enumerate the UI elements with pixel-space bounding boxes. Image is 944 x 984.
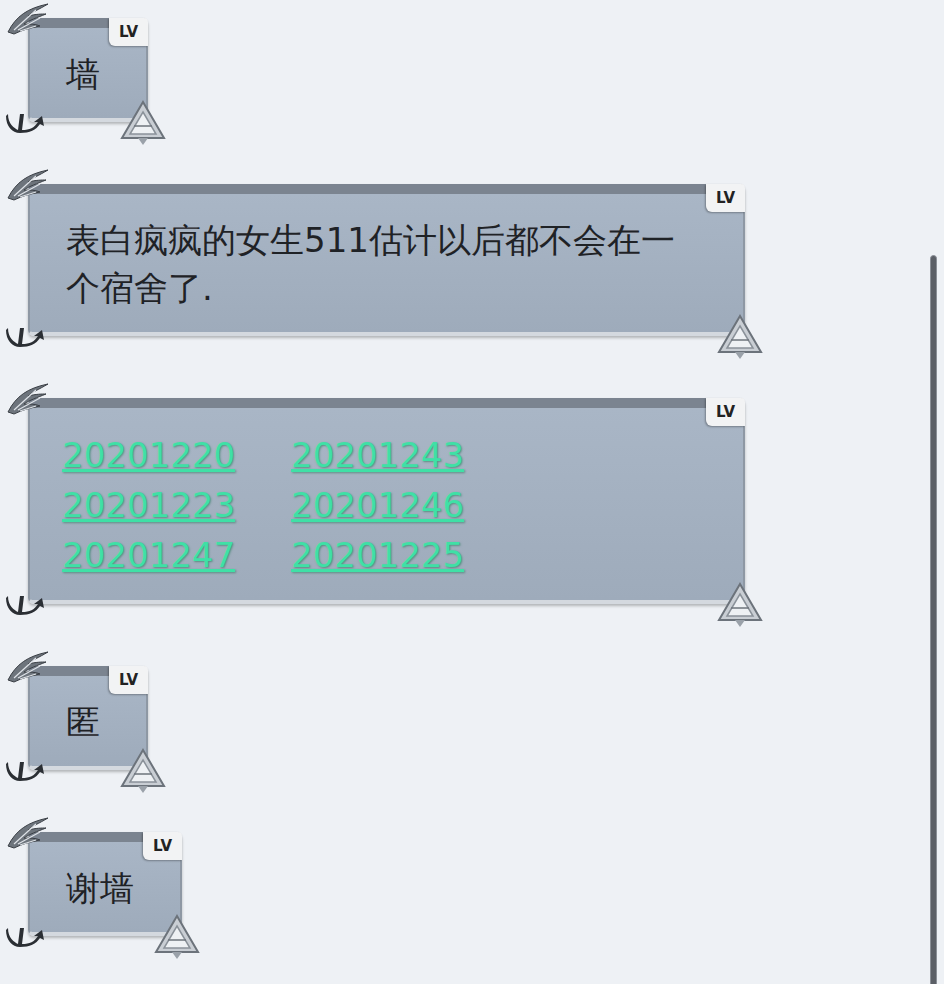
chat-message: 20201220 20201243 20201223 20201246 20201247… (28, 398, 745, 604)
triangle-icon (120, 100, 166, 146)
level-badge: LV (706, 398, 745, 426)
chat-message: 表白疯疯的女生511估计以后都不会在一个宿舍了. LV (28, 184, 745, 336)
level-badge: LV (706, 184, 745, 212)
message-bubble[interactable]: 20201220 20201243 20201223 20201246 20201247… (28, 398, 745, 604)
level-badge: LV (143, 832, 182, 860)
message-bubble[interactable]: 墙 LV (28, 18, 148, 122)
anchor-icon (4, 590, 48, 616)
triangle-icon (154, 914, 200, 960)
anchor-icon (4, 322, 48, 348)
wing-icon (6, 650, 50, 684)
link[interactable]: 20201246 (291, 480, 464, 530)
wing-icon (6, 382, 50, 416)
chat-message: 墙 LV (28, 18, 148, 122)
level-badge: LV (109, 666, 148, 694)
triangle-icon (120, 748, 166, 794)
message-text: 墙 (66, 50, 100, 98)
wing-icon (6, 816, 50, 850)
wing-icon (6, 2, 50, 36)
triangle-icon (717, 582, 763, 628)
link[interactable]: 20201247 (62, 530, 235, 580)
triangle-icon (717, 314, 763, 360)
message-bubble[interactable]: 匿 LV (28, 666, 148, 770)
message-text: 谢墙 (66, 864, 134, 912)
message-bubble[interactable]: 谢墙 LV (28, 832, 182, 936)
message-text: 匿 (66, 698, 100, 746)
anchor-icon (4, 108, 48, 134)
link[interactable]: 20201225 (291, 530, 464, 580)
anchor-icon (4, 756, 48, 782)
chat-list: 墙LV表白疯疯的女生511估计以后都不会在一个宿舍了.LV20201220202… (0, 0, 944, 936)
message-text: 表白疯疯的女生511估计以后都不会在一个宿舍了. (66, 216, 697, 312)
level-badge: LV (109, 18, 148, 46)
link[interactable]: 20201243 (291, 430, 464, 480)
scrollbar[interactable] (930, 255, 937, 984)
chat-message: 匿 LV (28, 666, 148, 770)
wing-icon (6, 168, 50, 202)
anchor-icon (4, 922, 48, 948)
chat-message: 谢墙 LV (28, 832, 182, 936)
link[interactable]: 20201220 (62, 430, 235, 480)
link[interactable]: 20201223 (62, 480, 235, 530)
message-bubble[interactable]: 表白疯疯的女生511估计以后都不会在一个宿舍了. LV (28, 184, 745, 336)
